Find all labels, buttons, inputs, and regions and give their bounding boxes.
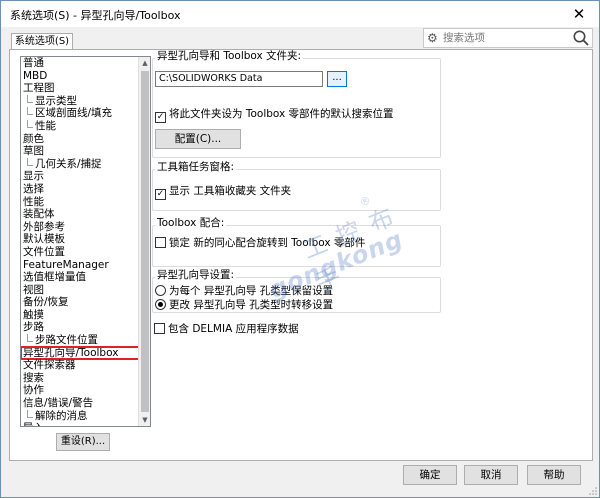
nav-item[interactable]: 工程图: [21, 82, 139, 95]
options-nav-tree[interactable]: 普通 MBD 工程图 显示类型 区域剖面线/填充 性能 颜色 草图 几何关系/捕捉 显示 选择 性能装…: [20, 56, 151, 427]
transfer-settings-radio[interactable]: [155, 299, 166, 310]
window-title: 系统选项(S) - 异型孔向导/Toolbox: [10, 9, 181, 22]
scroll-down-icon[interactable]: ▼: [139, 414, 150, 426]
nav-item[interactable]: 草图: [21, 145, 139, 158]
cancel-button[interactable]: 取消: [464, 465, 518, 485]
close-icon[interactable]: ✕: [569, 4, 589, 24]
nav-item[interactable]: 装配体: [21, 208, 139, 221]
nav-item[interactable]: 文件位置: [21, 246, 139, 259]
nav-item[interactable]: 默认模板: [21, 233, 139, 246]
browse-button[interactable]: ...: [327, 71, 347, 87]
delmia-option[interactable]: 包含 DELMIA 应用程序数据: [154, 322, 299, 336]
toolbox-taskpane-title: 工具箱任务窗格:: [155, 161, 237, 174]
resize-grip-icon[interactable]: [589, 487, 597, 495]
nav-item[interactable]: FeatureManager: [21, 259, 139, 272]
keep-settings-label: 为每个 异型孔向导 孔类型保留设置: [169, 285, 334, 297]
keep-settings-option[interactable]: 为每个 异型孔向导 孔类型保留设置: [155, 284, 333, 298]
folder-group-title: 异型孔向导和 Toolbox 文件夹:: [155, 50, 304, 63]
keep-settings-radio[interactable]: [155, 285, 166, 296]
search-box[interactable]: ⚙: [423, 28, 593, 48]
nav-item[interactable]: 异型孔向导/Toolbox: [21, 345, 140, 361]
nav-item[interactable]: 步路文件位置: [21, 334, 139, 347]
nav-item[interactable]: 普通: [21, 57, 139, 70]
nav-item[interactable]: 几何关系/捕捉: [21, 157, 139, 171]
lock-mates-checkbox[interactable]: [155, 237, 166, 248]
reset-button[interactable]: 重设(R)...: [56, 433, 110, 451]
nav-item[interactable]: 搜索: [21, 372, 139, 385]
nav-item[interactable]: 步路: [21, 321, 139, 334]
nav-item[interactable]: 解除的消息: [21, 409, 139, 423]
gear-icon: ⚙: [427, 31, 438, 45]
scroll-thumb[interactable]: [141, 71, 149, 412]
folder-path-field[interactable]: C:\SOLIDWORKS Data: [155, 71, 323, 87]
nav-item[interactable]: 信息/错误/警告: [21, 397, 139, 410]
delmia-checkbox[interactable]: [154, 323, 165, 334]
nav-item[interactable]: 显示: [21, 170, 139, 183]
title-bar: 系统选项(S) - 异型孔向导/Toolbox ✕: [1, 1, 599, 27]
nav-item[interactable]: 导入: [21, 422, 139, 426]
nav-item[interactable]: 触摸: [21, 309, 139, 322]
toolbox-taskpane-group: 工具箱任务窗格: ✓ 显示 工具箱收藏夹 文件夹: [152, 161, 441, 211]
nav-item[interactable]: 文件探索器: [21, 359, 139, 372]
nav-item[interactable]: 显示类型: [21, 94, 139, 108]
search-input[interactable]: [441, 30, 569, 46]
nav-item[interactable]: 性能: [21, 119, 139, 133]
transfer-settings-option[interactable]: 更改 异型孔向导 孔类型时转移设置: [155, 298, 333, 312]
help-button[interactable]: 帮助: [527, 465, 581, 485]
search-icon[interactable]: [572, 29, 590, 47]
hole-wizard-settings-title: 异型孔向导设置:: [155, 269, 237, 282]
show-favorites-checkbox[interactable]: ✓: [155, 189, 166, 200]
nav-item[interactable]: 选择: [21, 183, 139, 196]
default-search-option[interactable]: ✓ 将此文件夹设为 Toolbox 零部件的默认搜索位置: [155, 107, 394, 123]
nav-item[interactable]: 选值框增量值: [21, 271, 139, 284]
default-search-label: 将此文件夹设为 Toolbox 零部件的默认搜索位置: [169, 108, 394, 120]
nav-item[interactable]: 协作: [21, 384, 139, 397]
scroll-up-icon[interactable]: ▲: [139, 57, 150, 69]
options-dialog: 系统选项(S) - 异型孔向导/Toolbox ✕ 系统选项(S) ⚙ 普通MB…: [0, 0, 600, 498]
lock-mates-label: 锁定 新的同心配合旋转到 Toolbox 零部件: [169, 237, 366, 249]
tab-system-options[interactable]: 系统选项(S): [11, 33, 73, 50]
toolbox-mate-title: Toolbox 配合:: [155, 217, 227, 230]
show-favorites-label: 显示 工具箱收藏夹 文件夹: [169, 185, 292, 197]
nav-item[interactable]: 性能: [21, 196, 139, 209]
show-favorites-option[interactable]: ✓ 显示 工具箱收藏夹 文件夹: [155, 184, 292, 200]
nav-item[interactable]: 备份/恢复: [21, 296, 139, 309]
nav-item[interactable]: 外部参考: [21, 221, 139, 234]
nav-list: 普通 MBD 工程图 显示类型 区域剖面线/填充 性能 颜色 草图 几何关系/捕捉 显示 选择 性能装…: [21, 57, 140, 426]
nav-item[interactable]: 视图: [21, 284, 139, 297]
ok-button[interactable]: 确定: [403, 465, 457, 485]
toolbox-mate-group: Toolbox 配合: 锁定 新的同心配合旋转到 Toolbox 零部件: [152, 217, 441, 267]
lock-mates-option[interactable]: 锁定 新的同心配合旋转到 Toolbox 零部件: [155, 236, 365, 250]
nav-item[interactable]: 区域剖面线/填充: [21, 107, 139, 120]
delmia-label: 包含 DELMIA 应用程序数据: [168, 323, 299, 335]
default-search-checkbox[interactable]: ✓: [155, 112, 166, 123]
configure-button[interactable]: 配置(C)...: [155, 129, 241, 149]
folder-group: 异型孔向导和 Toolbox 文件夹: C:\SOLIDWORKS Data .…: [152, 50, 441, 158]
hole-wizard-settings-group: 异型孔向导设置: 为每个 异型孔向导 孔类型保留设置 更改 异型孔向导 孔类型时…: [152, 269, 441, 313]
transfer-settings-label: 更改 异型孔向导 孔类型时转移设置: [169, 299, 334, 311]
options-panel: 普通 MBD 工程图 显示类型 区域剖面线/填充 性能 颜色 草图 几何关系/捕捉 显示 选择 性能装…: [9, 49, 593, 461]
nav-item[interactable]: 颜色: [21, 133, 139, 146]
nav-item[interactable]: MBD: [21, 70, 139, 83]
nav-scrollbar[interactable]: ▲ ▼: [138, 57, 150, 426]
